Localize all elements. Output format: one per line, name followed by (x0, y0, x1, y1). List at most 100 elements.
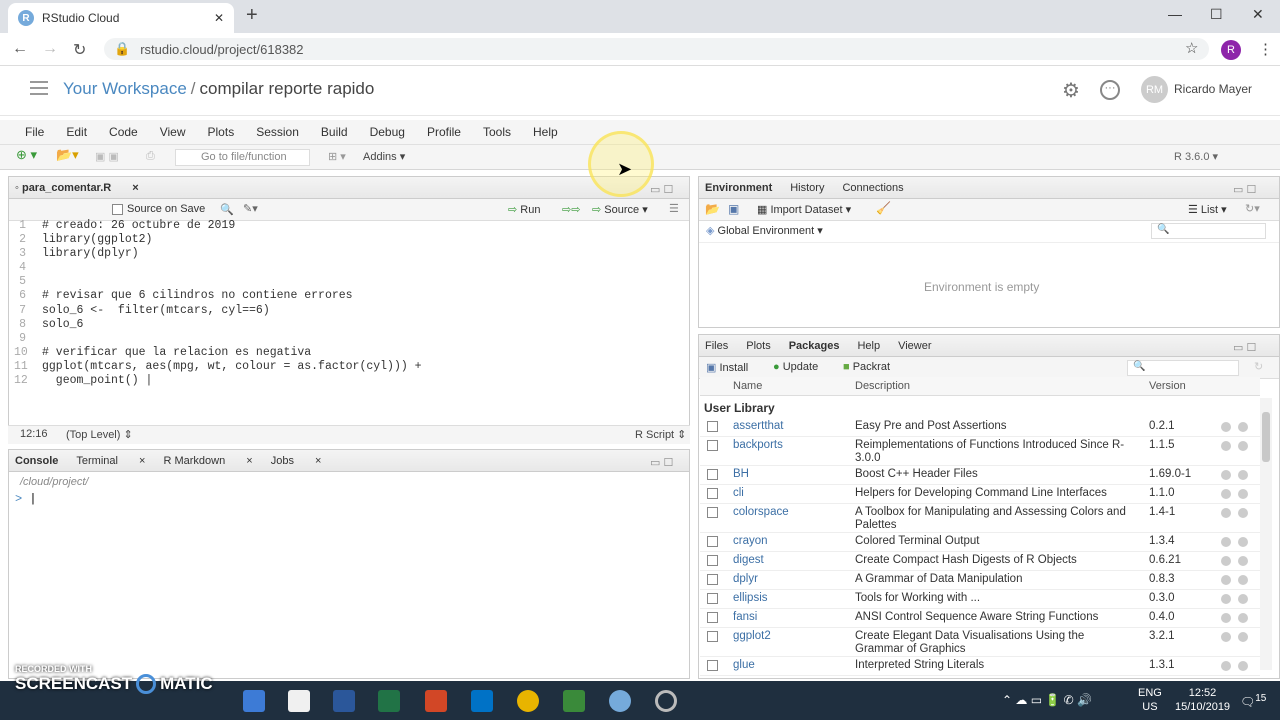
package-web-icon[interactable] (1221, 575, 1231, 585)
tab-files[interactable]: Files (705, 340, 728, 352)
package-checkbox[interactable] (707, 555, 718, 566)
browser-menu-icon[interactable]: ⋮ (1258, 40, 1273, 58)
tab-jobs[interactable]: Jobs × (271, 455, 322, 467)
tab-connections[interactable]: Connections (842, 182, 903, 194)
code-line[interactable]: 11 ggplot(mtcars, aes(mpg, wt, colour = a… (14, 360, 684, 374)
tab-environment[interactable]: Environment (705, 182, 772, 194)
back-icon[interactable]: ← (12, 40, 28, 58)
package-name[interactable]: colorspace (733, 506, 789, 518)
package-name[interactable]: digest (733, 554, 764, 566)
more-options-icon[interactable]: ··· (1100, 80, 1120, 100)
user-avatar[interactable]: RM (1141, 76, 1168, 103)
menu-edit[interactable]: Edit (66, 125, 87, 139)
package-checkbox[interactable] (707, 593, 718, 604)
package-name[interactable]: cli (733, 487, 744, 499)
maximize-icon[interactable]: ☐ (1210, 6, 1223, 23)
search-icon[interactable]: 🔍 (220, 203, 234, 216)
menu-help[interactable]: Help (533, 125, 558, 139)
package-checkbox[interactable] (707, 507, 718, 518)
tab-packages[interactable]: Packages (789, 340, 840, 352)
code-line[interactable]: 2 library(ggplot2) (14, 233, 684, 247)
menu-view[interactable]: View (160, 125, 186, 139)
package-checkbox[interactable] (707, 612, 718, 623)
package-remove-icon[interactable] (1238, 470, 1248, 480)
pane-minmax-icon[interactable]: ▭ ☐ (650, 183, 673, 196)
package-name[interactable]: BH (733, 468, 749, 480)
code-editor[interactable]: 1 # creado: 26 octubre de 2019 2 library(gg… (14, 219, 684, 388)
col-version[interactable]: Version (1149, 380, 1186, 392)
global-env-selector[interactable]: ◈ Global Environment ▾ (706, 224, 823, 237)
tab-rmarkdown[interactable]: R Markdown × (163, 455, 252, 467)
package-web-icon[interactable] (1221, 470, 1231, 480)
package-name[interactable]: ggplot2 (733, 630, 771, 642)
package-web-icon[interactable] (1221, 613, 1231, 623)
package-remove-icon[interactable] (1238, 661, 1248, 671)
outline-icon[interactable]: ☰ (669, 202, 679, 215)
package-web-icon[interactable] (1221, 422, 1231, 432)
package-checkbox[interactable] (707, 660, 718, 671)
code-line[interactable]: 5 (14, 275, 684, 289)
outlook-icon[interactable] (471, 690, 493, 712)
package-checkbox[interactable] (707, 536, 718, 547)
grid-layout-icon[interactable]: ⊞ ▾ (328, 150, 346, 163)
load-workspace-icon[interactable]: 📂 (705, 202, 720, 216)
window-close-icon[interactable]: ✕ (1252, 6, 1264, 23)
new-tab-button[interactable]: + (246, 4, 258, 27)
code-line[interactable]: 4 (14, 261, 684, 275)
package-web-icon[interactable] (1221, 556, 1231, 566)
rerun-icon[interactable]: ⇨⇨ (562, 203, 580, 216)
packrat-button[interactable]: ■ Packrat (843, 361, 890, 373)
package-row[interactable]: colorspace A Toolbox for Manipulating and… (700, 504, 1260, 533)
package-row[interactable]: dplyr A Grammar of Data Manipulation 0.8.3 (700, 571, 1260, 590)
browser-tab[interactable]: R RStudio Cloud ✕ (8, 3, 234, 33)
r-icon[interactable] (609, 690, 631, 712)
file-type-selector[interactable]: R Script ⇕ (635, 428, 686, 441)
notifications-icon[interactable]: 🗨15 (1240, 693, 1266, 709)
powerpoint-icon[interactable] (425, 690, 447, 712)
menu-debug[interactable]: Debug (370, 125, 405, 139)
refresh-packages-icon[interactable]: ↻ (1254, 360, 1263, 373)
package-row[interactable]: fansi ANSI Control Sequence Aware String … (700, 609, 1260, 628)
new-file-icon[interactable]: ⊕ ▾ (16, 147, 37, 163)
env-minmax-icon[interactable]: ▭ ☐ (1233, 183, 1256, 196)
package-row[interactable]: BH Boost C++ Header Files 1.69.0-1 (700, 466, 1260, 485)
tab-help[interactable]: Help (857, 340, 880, 352)
run-button[interactable]: ⇨ Run (508, 203, 540, 216)
tab-terminal[interactable]: Terminal × (76, 455, 145, 467)
settings-gear-icon[interactable]: ⚙ (1062, 78, 1080, 103)
package-remove-icon[interactable] (1238, 422, 1248, 432)
menu-code[interactable]: Code (109, 125, 138, 139)
tab-para-comentar[interactable]: ◦ para_comentar.R × (15, 182, 139, 194)
chrome-icon[interactable] (517, 690, 539, 712)
package-web-icon[interactable] (1221, 441, 1231, 451)
list-view-menu[interactable]: ☰ List ▾ (1188, 203, 1227, 216)
reload-icon[interactable]: ↻ (73, 40, 86, 60)
code-line[interactable]: 7 solo_6 <- filter(mtcars, cyl==6) (14, 304, 684, 318)
package-name[interactable]: backports (733, 439, 783, 451)
package-remove-icon[interactable] (1238, 613, 1248, 623)
addins-menu[interactable]: Addins ▾ (363, 150, 405, 163)
package-web-icon[interactable] (1221, 661, 1231, 671)
menu-profile[interactable]: Profile (427, 125, 461, 139)
forward-icon[interactable]: → (42, 40, 58, 58)
code-line[interactable]: 9 (14, 332, 684, 346)
package-web-icon[interactable] (1221, 594, 1231, 604)
package-remove-icon[interactable] (1238, 594, 1248, 604)
package-checkbox[interactable] (707, 488, 718, 499)
menu-file[interactable]: File (25, 125, 44, 139)
package-row[interactable]: digest Create Compact Hash Digests of R O… (700, 552, 1260, 571)
magic-wand-icon[interactable]: ✎▾ (243, 202, 258, 215)
col-name[interactable]: Name (733, 380, 762, 392)
package-row[interactable]: ellipsis Tools for Working with ... 0.3.0 (700, 590, 1260, 609)
package-web-icon[interactable] (1221, 489, 1231, 499)
package-name[interactable]: ellipsis (733, 592, 768, 604)
packages-search-input[interactable]: 🔍 (1127, 360, 1239, 376)
files-minmax-icon[interactable]: ▭ ☐ (1233, 341, 1256, 354)
excel-icon[interactable] (378, 690, 400, 712)
package-checkbox[interactable] (707, 440, 718, 451)
print-icon[interactable]: ⎙ (146, 150, 155, 163)
package-name[interactable]: fansi (733, 611, 757, 623)
package-row[interactable]: assertthat Easy Pre and Post Assertions 0.… (700, 418, 1260, 437)
package-remove-icon[interactable] (1238, 441, 1248, 451)
install-button[interactable]: ▣ Install (706, 361, 748, 374)
